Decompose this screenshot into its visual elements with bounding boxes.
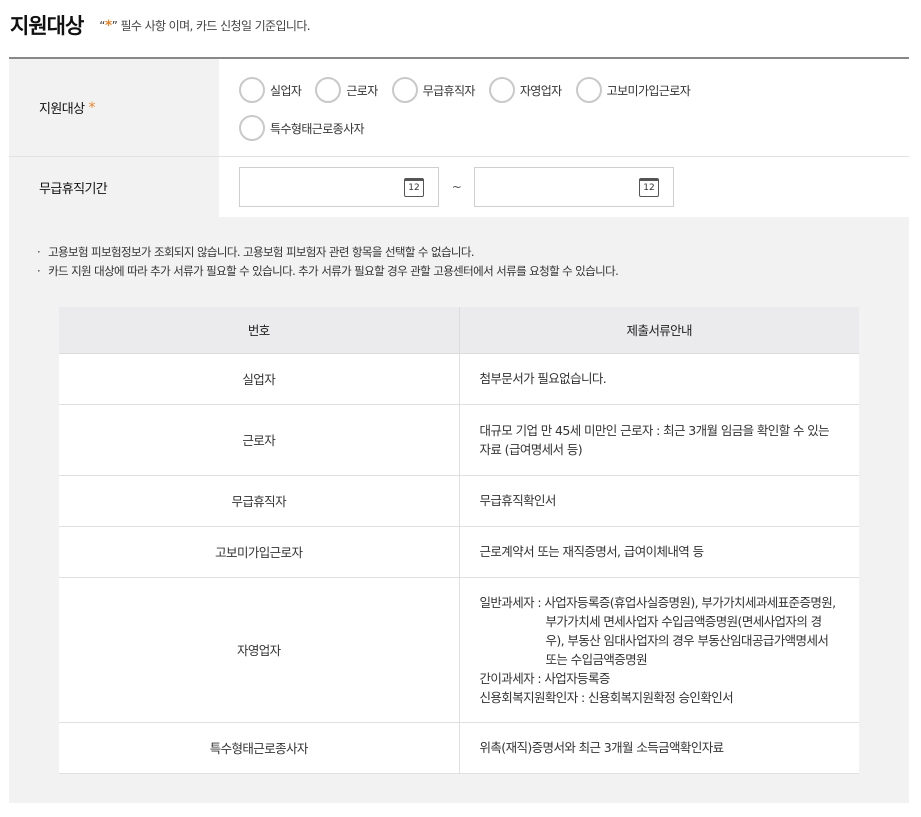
period-row: 무급휴직기간 12 ~ 12 (9, 157, 909, 218)
row-target-name: 자영업자 (59, 577, 459, 723)
table-header-row: 번호 제출서류안내 (59, 307, 859, 354)
period-label: 무급휴직기간 (9, 157, 219, 217)
required-note: “*” 필수 사항 이며, 카드 신청일 기준입니다. (99, 17, 310, 34)
doc-line: 위촉(재직)증명서와 최근 3개월 소득금액확인자료 (479, 740, 725, 755)
required-note-text: 필수 사항 이며, 카드 신청일 기준입니다. (117, 19, 311, 33)
radio-label: 자영업자 (519, 83, 562, 98)
calendar-icon[interactable]: 12 (639, 178, 659, 197)
radio-label: 특수형태근로종사자 (270, 121, 365, 136)
date-separator: ~ (451, 180, 462, 194)
header-number: 번호 (59, 307, 459, 354)
required-star-icon: * (104, 18, 112, 34)
target-row: 지원대상 * 실업자 근로자 무급휴직자 자영업자 고보미가입근로자 특수형태근로… (9, 59, 909, 157)
radio-unpaid-leave[interactable]: 무급휴직자 (391, 77, 476, 103)
page-title: 지원대상 (10, 14, 84, 38)
doc-line: 근로계약서 또는 재직증명서, 급여이체내역 등 (479, 544, 705, 559)
row-documents: 근로계약서 또는 재직증명서, 급여이체내역 등 (458, 526, 859, 578)
row-target-name: 근로자 (59, 404, 459, 476)
row-target-name: 고보미가입근로자 (59, 526, 459, 578)
row-documents: 위촉(재직)증명서와 최근 3개월 소득금액확인자료 (458, 722, 859, 774)
info-box: 고용보험 피보험정보가 조회되지 않습니다. 고용보험 피보험자 관련 항목을 … (9, 217, 909, 803)
table-row: 실업자 첨부문서가 필요없습니다. (59, 353, 859, 405)
radio-circle-icon[interactable] (488, 77, 515, 103)
radio-group-line: 실업자 근로자 무급휴직자 자영업자 고보미가입근로자 (239, 76, 909, 104)
row-documents: 대규모 기업 만 45세 미만인 근로자 : 최근 3개월 임금을 확인할 수 … (458, 404, 859, 476)
radio-circle-icon[interactable] (239, 115, 265, 141)
row-target-name: 무급휴직자 (59, 475, 459, 527)
row-documents: 첨부문서가 필요없습니다. (458, 353, 859, 405)
radio-label: 무급휴직자 (422, 83, 476, 98)
target-label-text: 지원대상 (39, 102, 85, 117)
doc-line: 대규모 기업 만 45세 미만인 근로자 : 최근 3개월 임금을 확인할 수 … (479, 422, 830, 457)
table-row: 고보미가입근로자 근로계약서 또는 재직증명서, 급여이체내역 등 (59, 526, 859, 578)
target-label: 지원대상 * (9, 59, 219, 156)
radio-label: 고보미가입근로자 (606, 83, 691, 98)
radio-circle-icon[interactable] (391, 77, 418, 103)
table-row: 근로자 대규모 기업 만 45세 미만인 근로자 : 최근 3개월 임금을 확인… (59, 404, 859, 476)
notice-list: 고용보험 피보험정보가 조회되지 않습니다. 고용보험 피보험자 관련 항목을 … (37, 243, 619, 281)
start-date-input[interactable]: 12 (239, 167, 439, 207)
doc-line: 일반과세자 : 사업자등록증(휴업사실증명원), 부가가치세과세표준증명원, 부… (479, 594, 837, 667)
header-documents: 제출서류안내 (458, 307, 859, 354)
radio-unemployed[interactable]: 실업자 (239, 77, 302, 103)
end-date-input[interactable]: 12 (474, 167, 674, 207)
target-options: 실업자 근로자 무급휴직자 자영업자 고보미가입근로자 특수형태근로종사자 (219, 59, 909, 156)
required-star-icon: * (88, 99, 95, 116)
row-documents: 무급휴직확인서 (458, 475, 859, 527)
notice-item: 고용보험 피보험정보가 조회되지 않습니다. 고용보험 피보험자 관련 항목을 … (37, 243, 618, 262)
doc-line: 간이과세자 : 사업자등록증 (479, 670, 611, 686)
row-documents: 일반과세자 : 사업자등록증(휴업사실증명원), 부가가치세과세표준증명원, 부… (458, 577, 859, 723)
doc-line: 신용회복지원확인자 : 신용회복지원확정 승인확인서 (479, 689, 734, 705)
section-header: 지원대상 “*” 필수 사항 이며, 카드 신청일 기준입니다. (10, 6, 910, 56)
radio-label: 실업자 (270, 83, 302, 98)
doc-line: 첨부문서가 필요없습니다. (479, 371, 607, 386)
notice-item: 카드 지원 대상에 따라 추가 서류가 필요할 수 있습니다. 추가 서류가 필… (37, 262, 619, 281)
radio-label: 근로자 (346, 83, 378, 98)
table-row: 자영업자 일반과세자 : 사업자등록증(휴업사실증명원), 부가가치세과세표준증… (59, 577, 859, 723)
table-row: 무급휴직자 무급휴직확인서 (59, 475, 859, 527)
row-target-name: 특수형태근로종사자 (59, 722, 459, 774)
radio-group-line: 특수형태근로종사자 (239, 114, 909, 142)
radio-circle-icon[interactable] (315, 77, 342, 103)
document-table: 번호 제출서류안내 실업자 첨부문서가 필요없습니다. 근로자 대규모 기업 만… (59, 307, 859, 774)
radio-circle-icon[interactable] (575, 77, 602, 103)
calendar-icon[interactable]: 12 (404, 178, 424, 197)
table-row: 특수형태근로종사자 위촉(재직)증명서와 최근 3개월 소득금액확인자료 (59, 722, 859, 774)
row-target-name: 실업자 (59, 353, 459, 405)
radio-special-employment[interactable]: 특수형태근로종사자 (239, 115, 365, 141)
radio-circle-icon[interactable] (239, 77, 265, 103)
application-form: 지원대상 * 실업자 근로자 무급휴직자 자영업자 고보미가입근로자 특수형태근로… (9, 57, 909, 218)
radio-worker[interactable]: 근로자 (315, 77, 378, 103)
radio-self-employed[interactable]: 자영업자 (488, 77, 562, 103)
period-fields: 12 ~ 12 (219, 157, 909, 217)
radio-uninsured-worker[interactable]: 고보미가입근로자 (575, 77, 691, 103)
doc-line: 무급휴직확인서 (479, 493, 557, 508)
